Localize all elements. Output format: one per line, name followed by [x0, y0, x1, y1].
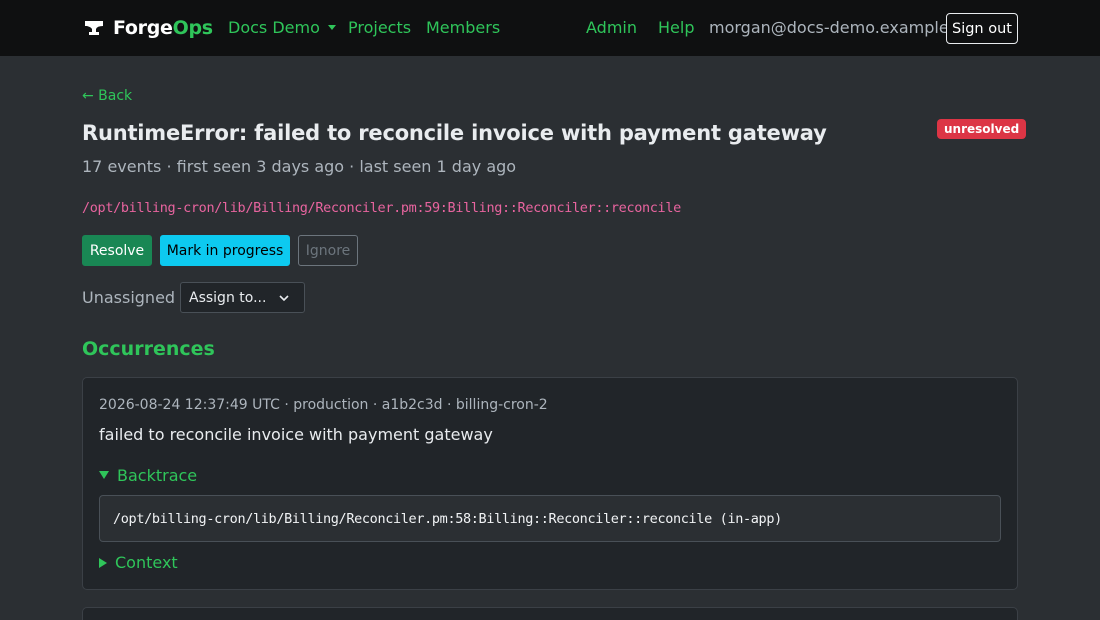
project-dropdown[interactable]: Docs Demo — [228, 18, 336, 38]
issue-meta: 17 events · first seen 3 days ago · last… — [82, 157, 517, 176]
project-dropdown-label: Docs Demo — [228, 18, 320, 37]
assign-select-value: Assign to... — [189, 289, 267, 306]
brand-logo[interactable]: ForgeOps — [84, 17, 213, 39]
chevron-down-icon — [279, 295, 289, 302]
backtrace-label: Backtrace — [117, 466, 198, 485]
occurrence-message: failed to reconcile invoice with payment… — [99, 425, 493, 444]
back-link[interactable]: ← Back — [82, 87, 132, 105]
anvil-icon — [85, 21, 103, 35]
user-email: morgan@docs-demo.example — [709, 18, 949, 37]
assign-select[interactable]: Assign to... — [180, 282, 305, 313]
caret-down-icon — [327, 25, 336, 30]
backtrace-block: /opt/billing-cron/lib/Billing/Reconciler… — [99, 495, 1001, 542]
brand-name-forge: Forge — [113, 17, 173, 39]
assignee-label: Unassigned — [82, 288, 176, 307]
nav-link-members[interactable]: Members — [426, 18, 500, 38]
context-toggle[interactable]: Context — [99, 553, 178, 573]
issue-location: /opt/billing-cron/lib/Billing/Reconciler… — [82, 200, 681, 216]
nav-link-admin[interactable]: Admin — [586, 18, 637, 38]
brand-name-ops: Ops — [172, 17, 213, 39]
sign-out-button[interactable]: Sign out — [946, 13, 1018, 44]
occurrence-card-next — [82, 607, 1018, 620]
backtrace-line: /opt/billing-cron/lib/Billing/Reconciler… — [113, 510, 782, 527]
context-label: Context — [115, 553, 178, 572]
nav-link-help[interactable]: Help — [658, 18, 694, 38]
backtrace-toggle[interactable]: Backtrace — [99, 466, 197, 486]
occurrence-meta: 2026-08-24 12:37:49 UTC · production · a… — [99, 397, 548, 413]
triangle-down-icon — [99, 471, 109, 479]
issue-title: RuntimeError: failed to reconcile invoic… — [82, 121, 827, 145]
resolve-button[interactable]: Resolve — [82, 235, 152, 266]
status-badge: unresolved — [937, 119, 1027, 139]
ignore-button[interactable]: Ignore — [298, 235, 358, 266]
triangle-right-icon — [99, 558, 107, 568]
occurrences-heading: Occurrences — [82, 338, 215, 360]
nav-link-projects[interactable]: Projects — [348, 18, 411, 38]
occurrence-card: 2026-08-24 12:37:49 UTC · production · a… — [82, 377, 1018, 590]
top-navbar: ForgeOps Docs Demo Projects Members Admi… — [0, 0, 1100, 56]
mark-in-progress-button[interactable]: Mark in progress — [160, 235, 290, 266]
